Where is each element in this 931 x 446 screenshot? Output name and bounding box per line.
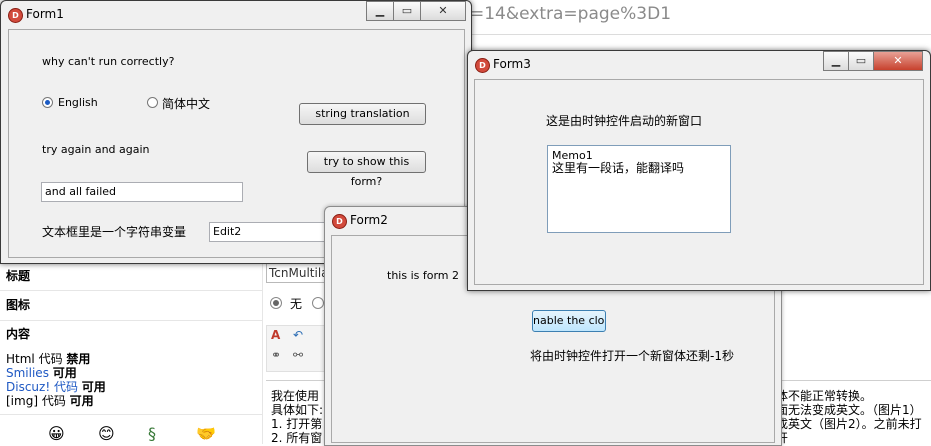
smiley-grin-icon[interactable]: 😀 bbox=[48, 424, 65, 443]
enable-clock-button[interactable]: nable the cloc bbox=[532, 310, 606, 332]
close-icon[interactable]: ✕ bbox=[420, 1, 466, 21]
delphi-app-icon: D bbox=[332, 214, 347, 229]
rule-smilies: Smilies 可用 bbox=[6, 366, 77, 380]
icon-none-label: 无 bbox=[290, 297, 303, 311]
english-radio[interactable] bbox=[42, 97, 53, 108]
show-form-button[interactable]: try to show this form? bbox=[307, 151, 426, 188]
delphi-app-icon: D bbox=[475, 58, 490, 73]
memo1-textarea[interactable]: Memo1 这里有一段话，能翻译吗 bbox=[547, 145, 731, 233]
form3-titlebar[interactable]: D Form3 ▁ ▭ ✕ bbox=[468, 51, 930, 79]
form3-title: Form3 bbox=[493, 57, 531, 71]
icon-none-radio[interactable] bbox=[270, 297, 282, 309]
form3-client: 这是由时钟控件启动的新窗口 Memo1 这里有一段话，能翻译吗 bbox=[474, 79, 924, 285]
rule-img: [img] 代码 可用 bbox=[6, 394, 94, 408]
english-radio-label: English bbox=[58, 96, 98, 109]
string-translation-button[interactable]: string translation bbox=[299, 103, 426, 125]
smiley-snake-icon[interactable]: § bbox=[148, 424, 156, 443]
close-icon[interactable]: ✕ bbox=[873, 51, 923, 71]
failed-input[interactable]: and all failed bbox=[41, 182, 243, 202]
maximize-icon[interactable]: ▭ bbox=[393, 1, 421, 21]
countdown-status-label: 将由时钟控件打开一个新窗体还剩-1秒 bbox=[530, 349, 734, 363]
chinese-radio[interactable] bbox=[147, 97, 158, 108]
editor-right-text: 体不能正常转换。 面无法变成英文。（图片1） 成英文（图片2）。之前未打开 bbox=[776, 389, 922, 445]
minimize-icon[interactable]: ▁ bbox=[366, 1, 394, 21]
maximize-icon[interactable]: ▭ bbox=[848, 51, 874, 71]
form2-title: Form2 bbox=[350, 213, 388, 227]
undo-icon[interactable]: ↶ bbox=[293, 328, 303, 342]
link-icon[interactable]: ⚭ bbox=[271, 348, 281, 362]
content-label: 内容 bbox=[6, 327, 31, 341]
form3-window: D Form3 ▁ ▭ ✕ 这是由时钟控件启动的新窗口 Memo1 这里有一段话… bbox=[467, 50, 931, 291]
smiley-happy-icon[interactable]: 😊 bbox=[98, 424, 115, 443]
remove-format-icon[interactable]: A bbox=[271, 328, 280, 342]
chinese-radio-label: 简体中文 bbox=[162, 97, 211, 111]
form1-titlebar[interactable]: D Form1 ▁ ▭ ✕ bbox=[1, 1, 471, 29]
unlink-icon[interactable]: ⚯ bbox=[293, 348, 303, 362]
edit2-input[interactable]: Edit2 bbox=[209, 222, 329, 242]
form3-label: 这是由时钟控件启动的新窗口 bbox=[546, 114, 703, 128]
rule-html: Html 代码 禁用 bbox=[6, 352, 91, 366]
subject-label: 标题 bbox=[6, 269, 31, 283]
memo-line: 这里有一段话，能翻译吗 bbox=[552, 161, 685, 175]
rule-discuz: Discuz! 代码 可用 bbox=[6, 380, 106, 394]
editor-left-text: 我在使用 具体如下: 1. 打开第 2. 所有窗 bbox=[271, 389, 324, 445]
post-rules: Html 代码 禁用 Smilies 可用 Discuz! 代码 可用 [img… bbox=[6, 352, 106, 408]
delphi-app-icon: D bbox=[8, 8, 23, 23]
smiley-handshake-icon[interactable]: 🤝 bbox=[196, 424, 216, 443]
minimize-icon[interactable]: ▁ bbox=[823, 51, 849, 71]
form1-title: Form1 bbox=[26, 7, 64, 21]
icon-label: 图标 bbox=[6, 298, 31, 312]
question-label: why can't run correctly? bbox=[42, 55, 175, 68]
icon-radio[interactable] bbox=[312, 297, 324, 309]
form2-label: this is form 2 bbox=[387, 269, 459, 282]
address-url-text: =14&extra=page%3D1 bbox=[470, 4, 672, 24]
try-again-label: try again and again bbox=[42, 143, 150, 156]
textbox-label: 文本框里是一个字符串变量 bbox=[42, 225, 187, 239]
